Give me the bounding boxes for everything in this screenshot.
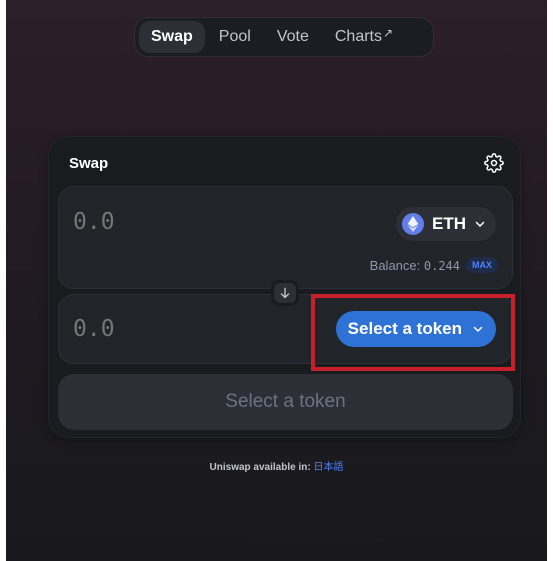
select-token-label: Select a token [347,319,462,338]
swap-submit-button[interactable]: Select a token [58,374,513,430]
balance-display: Balance: 0.244 [370,258,460,273]
chevron-down-icon [475,221,485,228]
swap-card: Swap ETH [48,136,521,438]
nav-charts-label: Charts [334,28,382,45]
input-token-symbol: ETH [432,214,466,233]
nav-pool[interactable]: Pool [207,21,263,53]
language-note-text: Uniswap available in: [209,462,311,473]
nav-swap-label: Swap [151,28,193,45]
language-note: Uniswap available in: 日本語 [6,458,547,473]
input-token-panel: ETH Balance: 0.244 MAX [58,186,513,289]
nav-vote[interactable]: Vote [265,21,321,53]
arrow-down-icon [280,287,290,299]
input-amount-field[interactable] [73,209,273,235]
swap-card-header: Swap [69,151,504,175]
swap-card-title: Swap [69,154,109,172]
balance-row: Balance: 0.244 MAX [370,255,498,275]
balance-label: Balance: [369,257,421,273]
nav-vote-label: Vote [276,28,309,45]
nav-charts[interactable]: Charts ↗ [323,21,405,53]
top-nav: Swap Pool Vote Charts ↗ [134,17,434,57]
max-button[interactable]: MAX [466,257,498,273]
balance-value: 0.244 [423,258,460,273]
input-token-selector[interactable]: ETH [396,207,496,241]
gear-icon[interactable] [484,153,504,173]
switch-tokens-button[interactable] [271,280,299,306]
app-background: Swap Pool Vote Charts ↗ Swap 0.0 ETH Bal… [6,0,547,561]
nav-pool-label: Pool [218,28,251,45]
output-amount-field[interactable] [73,316,273,342]
nav-swap[interactable]: Swap [139,21,205,53]
ethereum-icon [402,213,424,235]
external-link-icon: ↗ [382,26,394,40]
language-link[interactable]: 日本語 [313,462,343,473]
select-token-button[interactable]: Select a token [335,311,496,347]
chevron-down-icon [473,326,483,333]
